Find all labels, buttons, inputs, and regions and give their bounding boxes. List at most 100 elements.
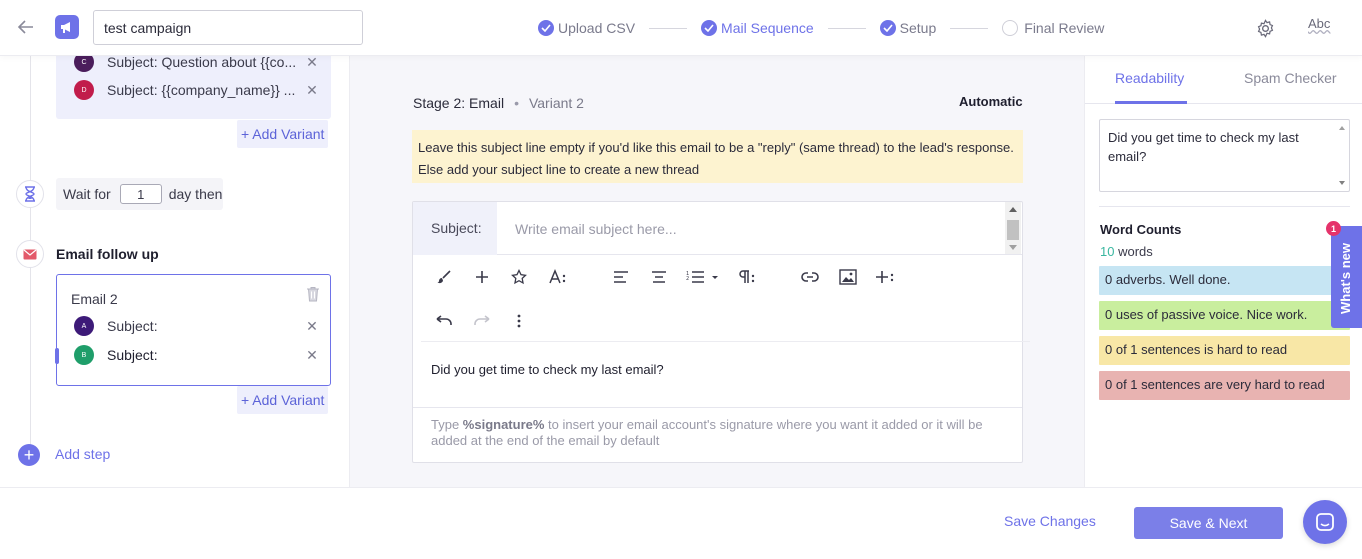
step-final-review[interactable]: Final Review — [1002, 20, 1104, 36]
plus-icon[interactable] — [471, 266, 493, 288]
align-center-icon[interactable] — [648, 266, 670, 288]
redo-icon[interactable] — [471, 310, 493, 332]
scroll-down-icon[interactable] — [1009, 245, 1017, 250]
subject-label: Subject: — [413, 202, 497, 255]
variant-avatar: B — [74, 345, 94, 365]
gear-icon[interactable] — [1256, 19, 1275, 38]
empty-circle-icon — [1002, 20, 1019, 36]
chat-icon[interactable] — [1303, 500, 1347, 544]
step-divider — [649, 27, 688, 29]
close-icon[interactable]: ✕ — [305, 318, 319, 335]
divider — [1099, 206, 1350, 207]
font-size-icon[interactable] — [546, 266, 572, 288]
insert-more-icon[interactable] — [873, 266, 899, 288]
scroll-down-icon[interactable] — [1339, 181, 1345, 185]
whats-new-label: What's new — [1338, 243, 1353, 314]
wait-suffix: day then — [168, 186, 223, 202]
active-variant-marker — [55, 348, 59, 364]
scroll-up-icon[interactable] — [1339, 126, 1345, 130]
align-left-icon[interactable] — [610, 266, 632, 288]
notice-line: Else add your subject line to create a n… — [418, 162, 700, 177]
passive-voice-result: 0 uses of passive voice. Nice work. — [1099, 301, 1350, 330]
stage-title: Stage 2: Email — [413, 95, 505, 111]
image-icon[interactable] — [837, 266, 859, 288]
undo-icon[interactable] — [433, 310, 455, 332]
variant-subject: Subject: {{company_name}} ... — [107, 82, 296, 98]
stage-separator: • — [514, 95, 519, 111]
stage-variant: Variant 2 — [528, 95, 584, 111]
tab-spam-checker[interactable]: Spam Checker — [1244, 70, 1337, 86]
notification-badge: 1 — [1326, 221, 1341, 236]
formatting-toolbar: 12 — [421, 256, 1030, 342]
email-editor: Subject: Write email subject here... 1 2… — [412, 201, 1030, 463]
ordered-list-icon[interactable]: 12 — [685, 266, 721, 288]
hard-sentences-result: 0 of 1 sentences is hard to read — [1099, 336, 1350, 365]
variant-subject: Subject: Question about {{co... — [107, 56, 297, 70]
readability-preview[interactable]: Did you get time to check my last email? — [1099, 119, 1350, 192]
close-icon[interactable]: ✕ — [305, 56, 319, 71]
wait-delay-box: Wait for day then — [56, 178, 223, 210]
close-icon[interactable]: ✕ — [305, 82, 319, 99]
svg-text:2: 2 — [686, 276, 689, 282]
megaphone-logo-icon[interactable] — [55, 15, 79, 39]
signature-token: %signature% — [462, 417, 545, 432]
variant-avatar: D — [74, 80, 94, 100]
brush-icon[interactable] — [433, 266, 455, 288]
active-tab-indicator — [1115, 101, 1187, 104]
step-divider — [827, 27, 866, 29]
paragraph-icon[interactable] — [735, 266, 759, 288]
save-changes-button[interactable]: Save Changes — [1004, 513, 1096, 529]
variant-row-a[interactable]: A Subject: ✕ — [74, 315, 319, 337]
email-card-title: Email 2 — [71, 291, 118, 307]
step-label: Setup — [899, 20, 937, 36]
envelope-icon — [16, 240, 44, 268]
variant-avatar: A — [74, 316, 94, 336]
top-header: Upload CSV Mail Sequence Setup Final Rev… — [0, 0, 1362, 56]
send-mode-label[interactable]: Automatic — [959, 94, 1023, 109]
add-variant-button[interactable]: + Add Variant — [237, 386, 329, 414]
variant-row-c[interactable]: C Subject: Question about {{co... ✕ — [74, 56, 319, 73]
add-variant-button[interactable]: + Add Variant — [237, 120, 329, 148]
word-counts-title: Word Counts — [1100, 222, 1182, 237]
variant-subject: Subject: — [107, 347, 158, 363]
subject-row: Subject: — [413, 202, 1022, 255]
step-setup[interactable]: Setup — [879, 20, 937, 36]
campaign-name-input[interactable] — [93, 10, 363, 45]
email-editor-panel: Stage 2: Email • Variant 2 Automatic Leave… — [349, 56, 1084, 487]
check-icon — [538, 20, 554, 36]
variant-row-b[interactable]: B Subject: ✕ — [74, 344, 319, 366]
tab-readability[interactable]: Readability — [1115, 70, 1184, 86]
wait-days-input[interactable] — [119, 184, 162, 204]
very-hard-sentences-result: 0 of 1 sentences are very hard to read — [1099, 371, 1350, 400]
more-options-icon[interactable] — [508, 310, 530, 332]
spellcheck-icon[interactable]: Abc — [1308, 16, 1330, 31]
step-divider — [950, 27, 989, 29]
scroll-up-icon[interactable] — [1009, 207, 1017, 212]
back-arrow-icon[interactable] — [16, 17, 40, 39]
variant-avatar: C — [74, 56, 94, 72]
whats-new-tab[interactable]: What's new — [1331, 226, 1362, 328]
scroll-thumb[interactable] — [1007, 220, 1019, 240]
save-next-button[interactable]: Save & Next — [1134, 507, 1283, 539]
email-body[interactable]: Did you get time to check my last email? — [431, 362, 664, 377]
close-icon[interactable]: ✕ — [305, 347, 319, 364]
link-icon[interactable] — [799, 266, 821, 288]
sequence-panel: C Subject: Question about {{co... ✕ D Su… — [0, 56, 349, 487]
variant-subject: Subject: — [107, 318, 158, 334]
add-step-button[interactable]: Add step — [55, 446, 110, 462]
variant-row-d[interactable]: D Subject: {{company_name}} ... ✕ — [74, 79, 319, 101]
wait-prefix: Wait for — [63, 186, 111, 202]
subject-input[interactable] — [501, 216, 1001, 242]
step-label: Mail Sequence — [721, 20, 814, 36]
word-count-unit: words — [1114, 244, 1153, 259]
followup-title: Email follow up — [56, 246, 159, 262]
step-label: Final Review — [1024, 20, 1105, 36]
plus-circle-icon[interactable]: + — [18, 444, 40, 466]
wizard-steps: Upload CSV Mail Sequence Setup Final Rev… — [538, 18, 1104, 38]
trash-icon[interactable] — [306, 286, 320, 302]
subject-scrollbar[interactable] — [1005, 202, 1021, 254]
check-icon — [879, 20, 896, 36]
star-icon[interactable] — [508, 266, 530, 288]
step-mail-sequence[interactable]: Mail Sequence — [701, 20, 814, 36]
step-upload-csv[interactable]: Upload CSV — [538, 20, 635, 36]
